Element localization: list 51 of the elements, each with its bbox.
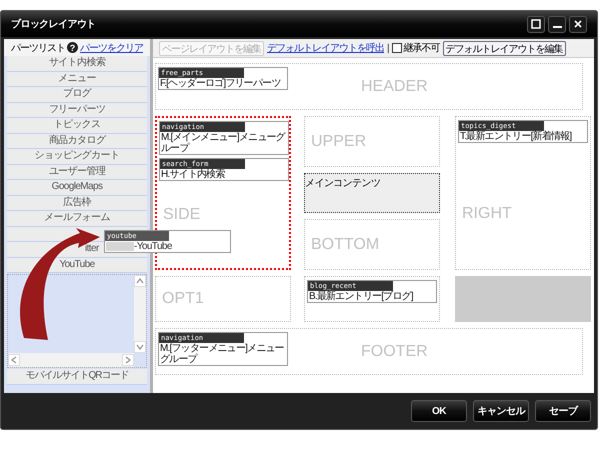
region-label: SIDE	[163, 206, 200, 224]
region-label: UPPER	[311, 132, 366, 150]
part-list-item[interactable]: 商品カタログ	[7, 134, 147, 149]
dialog-button[interactable]: セーブ	[535, 400, 591, 422]
part-list-item[interactable]: フリーパーツ	[7, 102, 147, 118]
maximize-button[interactable]	[527, 16, 545, 32]
edit-default-layout-button[interactable]: デフォルトレイアウトを編集	[442, 40, 566, 56]
part-title: H.サイト内検索	[160, 169, 226, 180]
part-title: B.最新エントリー[ブログ]	[308, 291, 414, 302]
region-label: OPT1	[162, 290, 204, 308]
minimize-icon	[552, 26, 562, 28]
part-list-item[interactable]: ブログ	[7, 87, 147, 102]
region-label: FOOTER	[361, 342, 428, 360]
dialog-button[interactable]: OK	[411, 400, 467, 422]
vertical-scrollbar[interactable]	[134, 275, 146, 353]
part-list-item[interactable]: ユーザー管理	[7, 164, 147, 180]
scroll-down-icon[interactable]	[134, 341, 146, 353]
part-list-item[interactable]: サイト内検索	[7, 56, 147, 72]
window-title: ブロックレイアウト	[11, 18, 96, 31]
maximize-icon	[531, 19, 541, 29]
part-list-item[interactable]: モバイルサイトQRコード	[7, 369, 147, 384]
region-label: RIGHT	[462, 205, 512, 223]
layout-region[interactable]: メインコンテンツ	[304, 173, 440, 213]
horizontal-scrollbar[interactable]	[8, 353, 134, 367]
part-list-item[interactable]: メニュー	[7, 72, 147, 87]
part-title: T.最新エントリー[新着情報]	[459, 131, 572, 142]
parts-list-title: パーツリスト	[11, 42, 65, 54]
region-label: HEADER	[361, 78, 428, 96]
scroll-left-icon[interactable]	[8, 354, 20, 366]
part-list-item[interactable]: メールフォーム	[7, 211, 147, 226]
part-title: M.[フッターメニュー]メニューグループ	[159, 343, 285, 365]
close-button[interactable]	[569, 16, 587, 32]
part-list-item[interactable]: 広告枠	[7, 196, 147, 211]
load-default-layout-link[interactable]: デフォルトレイアウトを呼出	[267, 41, 384, 55]
part-list-item[interactable]: GoogleMaps	[7, 180, 147, 196]
scroll-up-icon[interactable]	[134, 275, 146, 287]
separator-text: |	[387, 42, 389, 54]
scroll-right-icon[interactable]	[122, 354, 134, 366]
main-content-label: メインコンテンツ	[305, 177, 382, 190]
minimize-button[interactable]	[548, 16, 566, 32]
part-list-item[interactable]: ショッピングカート	[7, 149, 147, 164]
inherit-checkbox[interactable]: 継承不可	[392, 41, 440, 55]
part-title: F.[ヘッダーロゴ]フリーパーツ	[159, 78, 282, 89]
part-list-item[interactable]: トピックス	[7, 118, 147, 134]
region-label: BOTTOM	[311, 236, 380, 254]
part-title: M.[メインメニュー]メニューグループ	[160, 132, 286, 154]
close-icon	[574, 20, 582, 28]
masked-text-block	[106, 242, 134, 251]
help-icon[interactable]: ?	[67, 42, 78, 53]
dialog-button[interactable]: キャンセル	[473, 400, 529, 422]
clear-parts-link[interactable]: パーツをクリア	[80, 40, 143, 54]
